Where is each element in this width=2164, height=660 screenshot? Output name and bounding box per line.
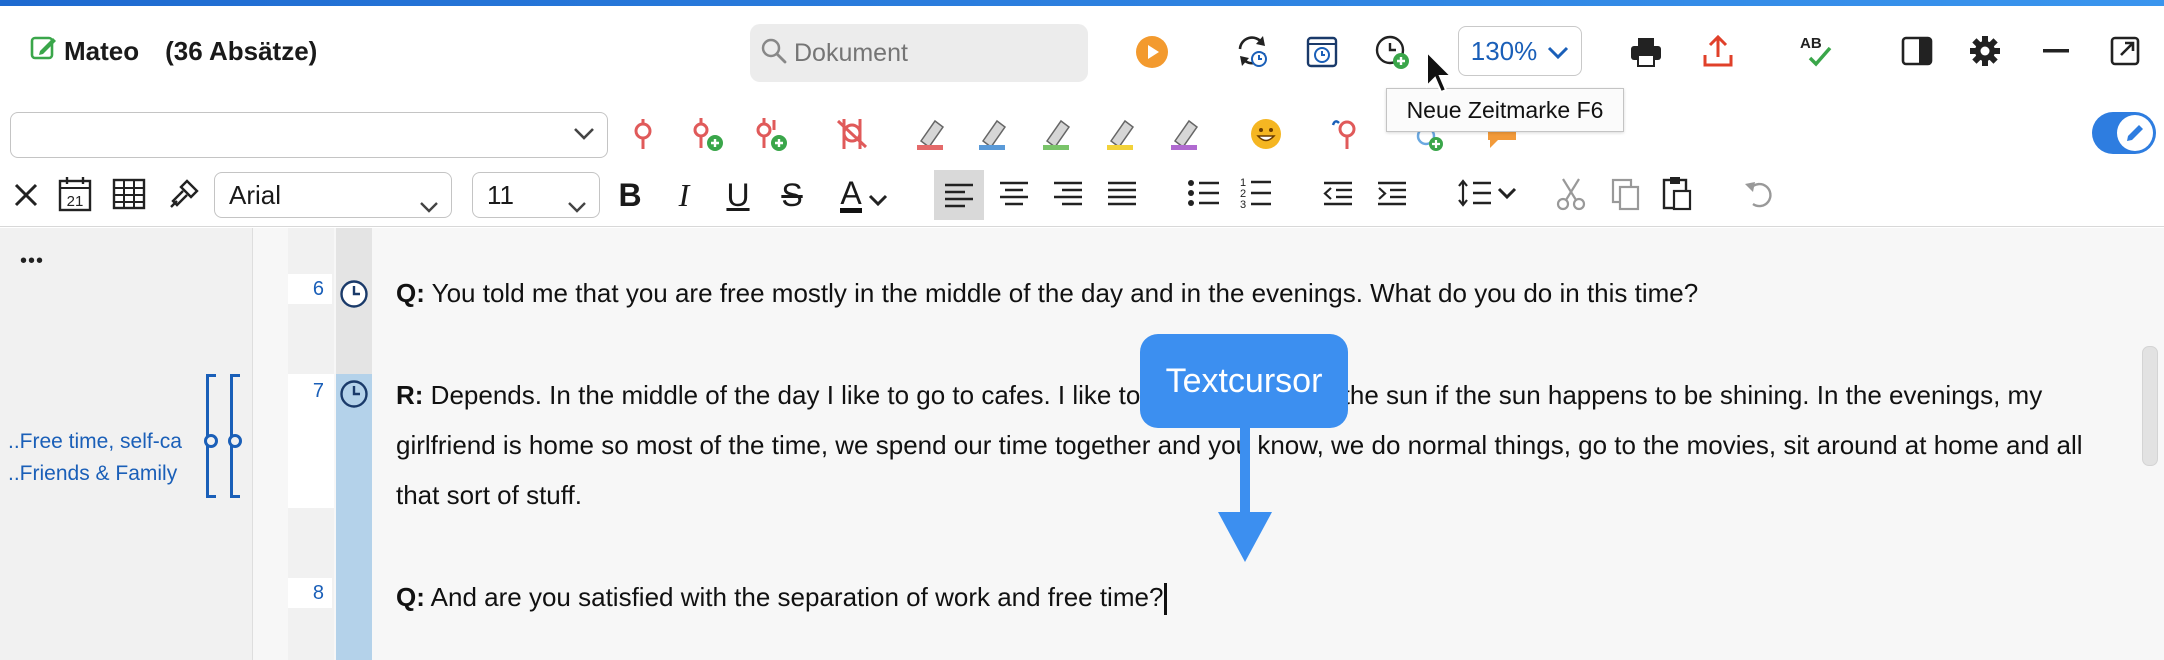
zoom-value: 130% (1470, 35, 1538, 66)
font-family-value: Arial (229, 179, 282, 210)
callout-arrow-shaft (1240, 428, 1250, 514)
svg-text:3: 3 (1240, 199, 1246, 210)
new-timestamp-button[interactable] (1374, 34, 1412, 72)
code-favorites-icon[interactable] (1330, 116, 1364, 152)
calendar-icon[interactable]: 21 (56, 174, 94, 214)
new-code-icon[interactable] (688, 116, 726, 154)
edit-document-icon (30, 34, 58, 69)
highlight-red-icon[interactable] (914, 116, 948, 152)
code-stripe-handle[interactable] (204, 434, 218, 448)
search-icon (760, 37, 788, 70)
chevron-down-icon (567, 189, 587, 220)
chevron-down-icon (573, 127, 595, 146)
textcursor-callout: Textcursor (1140, 334, 1348, 428)
paragraph-number: 6 (288, 274, 332, 304)
sync-timestamps-button[interactable] (1234, 32, 1272, 70)
code-stripe-handle[interactable] (228, 434, 242, 448)
highlight-yellow-icon[interactable] (1104, 116, 1138, 152)
undock-window-button[interactable] (2108, 34, 2142, 68)
search-input[interactable] (794, 38, 1054, 68)
export-button[interactable] (1700, 32, 1736, 70)
highlight-purple-icon[interactable] (1168, 116, 1202, 152)
copy-icon[interactable] (1608, 176, 1642, 212)
zoom-select[interactable]: 130% (1458, 26, 1582, 76)
paragraph[interactable]: Q: You told me that you are free mostly … (396, 268, 2106, 318)
paragraph-text: You told me that you are free mostly in … (424, 278, 1699, 308)
speaker-label: R: (396, 380, 424, 410)
line-spacing-button[interactable] (1456, 176, 1518, 210)
font-size-value: 11 (487, 179, 514, 210)
print-button[interactable] (1628, 34, 1664, 70)
align-right-button[interactable] (1050, 178, 1086, 208)
vertical-scrollbar[interactable] (2142, 346, 2158, 466)
timestamp-clock-icon[interactable] (338, 278, 370, 310)
emoticode-icon[interactable] (1248, 116, 1284, 152)
svg-text:AB: AB (1800, 35, 1822, 52)
decrease-indent-button[interactable] (1320, 178, 1356, 208)
paragraph-number: 7 (288, 376, 332, 406)
paragraph-number: 8 (288, 578, 332, 608)
chevron-down-icon (419, 189, 439, 220)
align-left-button[interactable] (934, 170, 984, 220)
window-top-strip (0, 0, 2164, 6)
font-size-select[interactable]: 11 (472, 172, 600, 218)
callout-arrow-head (1218, 512, 1272, 562)
paragraph-count: (36 Absätze) (165, 36, 318, 66)
numbered-list-button[interactable]: 123 (1238, 174, 1274, 212)
document-name: Mateo (64, 36, 140, 66)
paste-icon[interactable] (1660, 174, 1694, 212)
table-icon[interactable] (110, 176, 148, 212)
increase-indent-button[interactable] (1374, 178, 1410, 208)
format-painter-icon[interactable] (166, 176, 202, 212)
minimize-button[interactable] (2040, 34, 2072, 68)
code-stripe-panel: ••• ..Free time, self-ca ..Friends & Fam… (0, 228, 253, 660)
edit-mode-toggle[interactable] (2092, 112, 2156, 154)
bullet-list-button[interactable] (1186, 176, 1222, 210)
align-justify-button[interactable] (1104, 178, 1140, 208)
panel-toggle-button[interactable] (1900, 34, 1934, 68)
paragraph-text: And are you satisfied with the separatio… (424, 582, 1164, 612)
timestamp-window-button[interactable] (1304, 34, 1340, 70)
code-label[interactable]: ..Free time, self-ca (8, 430, 202, 454)
code-icon[interactable] (626, 116, 660, 152)
italic-button[interactable]: I (660, 172, 708, 218)
cut-icon[interactable] (1554, 176, 1588, 212)
paragraph[interactable]: Q: And are you satisfied with the separa… (396, 572, 2106, 622)
underline-button[interactable]: U (714, 172, 762, 218)
speaker-label: Q: (396, 582, 425, 612)
timestamp-clock-icon[interactable] (338, 378, 370, 410)
search-box[interactable] (750, 24, 1088, 82)
highlight-green-icon[interactable] (1040, 116, 1074, 152)
spellcheck-button[interactable]: AB (1798, 32, 1838, 70)
highlight-blue-icon[interactable] (976, 116, 1010, 152)
text-cursor (1164, 583, 1168, 616)
speaker-label: Q: (396, 278, 425, 308)
align-center-button[interactable] (996, 178, 1032, 208)
font-color-button[interactable]: A (832, 172, 896, 218)
more-options-button[interactable]: ••• (20, 250, 44, 273)
code-label[interactable]: ..Friends & Family (8, 462, 202, 486)
play-button[interactable] (1134, 34, 1170, 70)
font-family-select[interactable]: Arial (214, 172, 452, 218)
bold-button[interactable]: B (606, 172, 654, 218)
close-icon[interactable] (10, 178, 42, 212)
toolbar-divider (0, 226, 2164, 227)
mouse-pointer-icon (1424, 50, 1454, 96)
svg-text:21: 21 (67, 193, 84, 210)
document-title: Mateo (36 Absätze) (30, 34, 317, 69)
tooltip: Neue Zeitmarke F6 (1386, 88, 1624, 132)
undo-icon[interactable] (1742, 176, 1776, 210)
settings-gear-icon[interactable] (1968, 34, 2002, 68)
pencil-icon (2117, 115, 2153, 151)
code-select[interactable] (10, 112, 608, 158)
code-in-vivo-icon[interactable] (752, 116, 790, 154)
strikethrough-button[interactable]: S (768, 172, 816, 218)
font-color-letter: A (840, 174, 862, 213)
remove-code-icon[interactable] (834, 116, 870, 152)
timestamp-selection (336, 374, 372, 660)
chevron-down-icon (1547, 36, 1569, 67)
chevron-down-icon (868, 177, 888, 214)
